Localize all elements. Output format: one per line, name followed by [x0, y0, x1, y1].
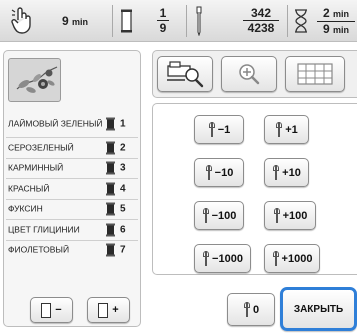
- spool-icon: [106, 202, 115, 216]
- color-name: ФИОЛЕТОВЫЙ: [8, 244, 70, 255]
- spool-icon: [106, 223, 115, 237]
- needle-icon: [273, 208, 281, 223]
- flower-design-icon: [16, 66, 58, 93]
- color-number: 4: [120, 183, 126, 195]
- time-remaining: 2: [322, 6, 330, 20]
- needle-icon: [208, 122, 216, 137]
- hourglass-icon: [295, 9, 307, 33]
- color-total: 9: [159, 21, 167, 35]
- needle-icon: [272, 251, 280, 266]
- close-button-label: ЗАКРЫТЬ: [293, 303, 344, 315]
- color-row[interactable]: СЕРОЗЕЛЕНЫЙ 2: [6, 138, 138, 159]
- stitch-progress: 342 4238: [243, 6, 279, 35]
- needle-icon: [202, 208, 210, 223]
- time-total: 9: [322, 22, 330, 36]
- stitch-minus-10-button[interactable]: −10: [194, 158, 244, 187]
- stitch-current: 342: [243, 6, 279, 21]
- close-button[interactable]: ЗАКРЫТЬ: [280, 287, 357, 331]
- color-name: СЕРОЗЕЛЕНЫЙ: [8, 142, 74, 153]
- spool-icon: [121, 9, 132, 33]
- stitch-minus-100-button[interactable]: −100: [194, 201, 244, 230]
- color-number: 7: [120, 244, 126, 256]
- color-name: КАРМИННЫЙ: [8, 162, 64, 173]
- stitch-plus-10-button[interactable]: +10: [264, 158, 309, 187]
- time-progress: 2 min 9 min: [317, 6, 355, 37]
- previous-color-button[interactable]: −: [30, 297, 73, 323]
- spool-icon: [106, 141, 115, 155]
- spool-icon: [106, 117, 115, 130]
- zoom-button[interactable]: [221, 56, 277, 92]
- color-number: 5: [120, 203, 126, 215]
- time-remaining-unit: min: [333, 9, 350, 19]
- stitch-plus-1000-button[interactable]: +1000: [264, 244, 320, 273]
- spool-icon: [106, 243, 115, 257]
- grid-icon: [297, 63, 333, 85]
- color-name: ЛАЙМОВЫЙ ЗЕЛЕНЫЙ: [8, 118, 103, 128]
- stitch-minus-10-label: −10: [214, 166, 234, 179]
- elapsed-time-value: 9: [62, 14, 69, 28]
- stitch-minus-1-label: −1: [217, 123, 231, 136]
- stitch-plus-1-label: +1: [285, 123, 298, 136]
- time-total-unit: min: [333, 25, 350, 35]
- next-color-button[interactable]: +: [87, 297, 130, 323]
- stitch-navigation-panel: [152, 103, 357, 275]
- stitch-plus-10-label: +10: [282, 166, 301, 179]
- stitch-plus-1-button[interactable]: +1: [264, 115, 309, 144]
- color-row[interactable]: ЛАЙМОВЫЙ ЗЕЛЕНЫЙ 1: [6, 110, 138, 138]
- color-row[interactable]: ФИОЛЕТОВЫЙ 7: [6, 241, 138, 261]
- grid-button[interactable]: [285, 56, 345, 92]
- color-current: 1: [157, 6, 169, 21]
- status-bar: 9 min 1 9 342 4238 2 min 9 min: [0, 0, 357, 42]
- hand-icon: [11, 7, 31, 34]
- color-row[interactable]: ФУКСИН 5: [6, 200, 138, 220]
- thread-color-list: ЛАЙМОВЫЙ ЗЕЛЕНЫЙ 1 СЕРОЗЕЛЕНЫЙ 2 КАРМИНН…: [6, 110, 138, 260]
- needle-icon: [205, 165, 213, 180]
- color-number: 1: [120, 118, 126, 129]
- stitch-zero-button[interactable]: 0: [227, 293, 275, 326]
- needle-icon: [272, 165, 280, 180]
- machine-preview-button[interactable]: [157, 56, 213, 92]
- spool-icon: [98, 302, 109, 318]
- stitch-total: 4238: [247, 21, 275, 35]
- zoom-in-icon: [239, 64, 260, 85]
- color-name: ФУКСИН: [8, 203, 43, 214]
- stitch-plus-1000-label: +1000: [281, 252, 313, 265]
- color-row[interactable]: КРАСНЫЙ 4: [6, 179, 138, 200]
- spool-icon: [106, 182, 115, 196]
- needle-icon: [202, 251, 210, 266]
- color-row[interactable]: КАРМИННЫЙ 3: [6, 159, 138, 179]
- needle-icon: [196, 6, 202, 36]
- spool-icon: [41, 302, 52, 318]
- stitch-plus-100-button[interactable]: +100: [264, 201, 316, 230]
- color-number: 2: [120, 142, 126, 154]
- stitch-zero-label: 0: [252, 303, 260, 316]
- spool-icon: [106, 161, 115, 175]
- stitch-plus-100-label: +100: [282, 209, 308, 222]
- stitch-minus-100-label: −100: [211, 209, 237, 222]
- color-name: КРАСНЫЙ: [8, 183, 50, 194]
- elapsed-time: 9 min: [62, 14, 88, 28]
- color-number: 6: [120, 224, 126, 236]
- color-row[interactable]: ЦВЕТ ГЛИЦИНИИ 6: [6, 220, 138, 241]
- stitch-minus-1000-button[interactable]: −1000: [194, 244, 251, 273]
- color-name: ЦВЕТ ГЛИЦИНИИ: [8, 224, 80, 235]
- magnify-machine-icon: [167, 61, 204, 88]
- previous-color-label: −: [55, 304, 62, 316]
- elapsed-time-unit: min: [72, 17, 89, 27]
- stitch-minus-1-button[interactable]: −1: [194, 115, 244, 144]
- color-number: 3: [120, 162, 126, 174]
- needle-icon: [275, 122, 283, 137]
- needle-icon: [243, 302, 251, 317]
- stitch-minus-1000-label: −1000: [212, 252, 243, 265]
- next-color-label: +: [112, 304, 119, 316]
- color-progress: 1 9: [157, 6, 169, 35]
- embroidery-preview: [8, 58, 61, 102]
